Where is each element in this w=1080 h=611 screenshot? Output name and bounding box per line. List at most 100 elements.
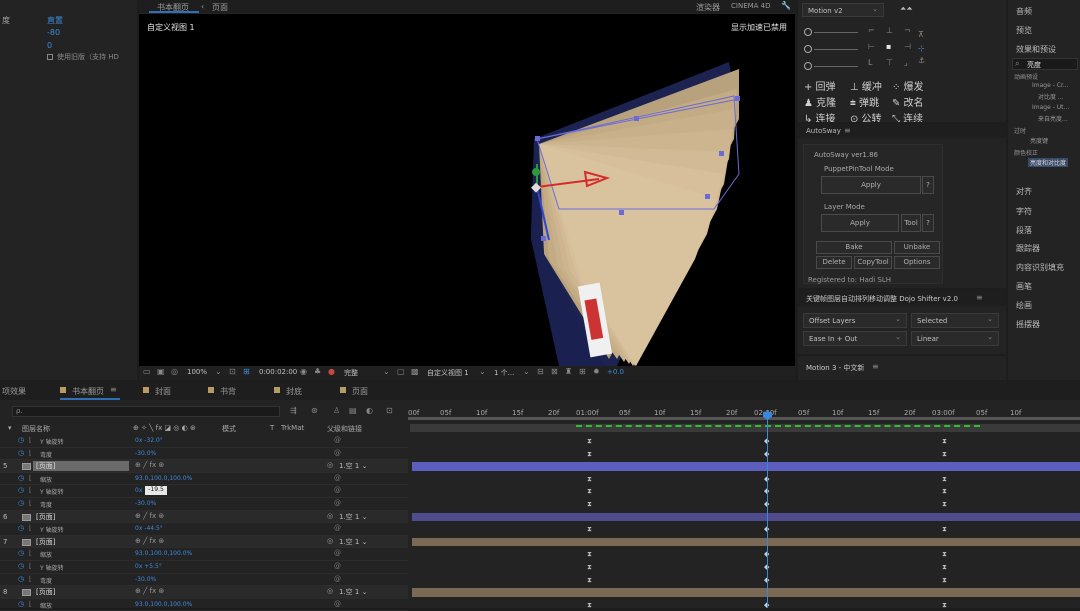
puppet-apply-button[interactable]: Apply: [821, 176, 921, 194]
tab-effects[interactable]: 项效果: [2, 386, 26, 397]
prop-value[interactable]: 直置: [47, 15, 63, 26]
sidebar-item-content-fill[interactable]: 内容识别填充: [1016, 262, 1064, 273]
bake-button[interactable]: Bake: [816, 241, 892, 254]
exposure-value[interactable]: +0.0: [607, 368, 624, 376]
keyframe[interactable]: ⧗: [587, 563, 592, 572]
expression-pickwhip-icon[interactable]: @: [334, 600, 341, 608]
layer-duration-bar[interactable]: [412, 512, 1080, 522]
expression-pickwhip-icon[interactable]: @: [334, 549, 341, 557]
pickwhip-icon[interactable]: ◎: [327, 587, 333, 595]
property-value[interactable]: 0x +5.5°: [135, 563, 162, 570]
ease-button[interactable]: ⊥ 缓冲: [850, 78, 882, 93]
views-dropdown[interactable]: 1 个...: [494, 368, 514, 378]
stopwatch-icon[interactable]: ◷: [18, 474, 24, 482]
legacy-checkbox[interactable]: [47, 54, 53, 60]
sidebar-item-character[interactable]: 字符: [1016, 206, 1032, 217]
interpolation-dropdown[interactable]: Linear: [911, 330, 999, 346]
shy-icon[interactable]: ♙: [333, 406, 340, 415]
offset-dropdown[interactable]: Offset Layers: [803, 312, 907, 328]
sidebar-item-tracker[interactable]: 跟踪器: [1016, 243, 1040, 254]
keyframe[interactable]: ⧗: [587, 450, 592, 459]
keyframe[interactable]: ⧗: [942, 450, 947, 459]
tree-item[interactable]: 亮度键: [1030, 136, 1048, 145]
graph-icon[interactable]: ⌊: [29, 486, 32, 494]
expression-pickwhip-icon[interactable]: @: [334, 449, 341, 457]
tree-item[interactable]: 过时: [1014, 126, 1026, 135]
selection-dropdown[interactable]: Selected: [911, 312, 999, 328]
expression-pickwhip-icon[interactable]: @: [334, 436, 341, 444]
property-row[interactable]: ◷⌊弯度-30.0%@⧗◆⧗: [0, 448, 1080, 461]
sidebar-item-paint[interactable]: 绘画: [1016, 300, 1032, 311]
layer-duration-bar[interactable]: [412, 462, 1080, 471]
graph-editor-icon[interactable]: ⊡: [386, 406, 393, 415]
time-ruler[interactable]: 00f 05f 10f 15f 20f 01:00f 05f 10f 15f 2…: [408, 402, 1080, 420]
connect-button[interactable]: ↳ 连接: [804, 110, 836, 122]
property-value[interactable]: 0x -44.5°: [135, 525, 163, 532]
layer-name-header[interactable]: 图层名称: [22, 424, 50, 434]
parent-dropdown[interactable]: 1.空 1 ⌄: [339, 537, 393, 547]
keyframe[interactable]: ⧗: [942, 525, 947, 534]
mode-header[interactable]: 模式: [222, 424, 236, 434]
rename-button[interactable]: ✎ 改名: [892, 94, 924, 109]
sidebar-item-audio[interactable]: 音频: [1016, 6, 1032, 17]
autosway-tab[interactable]: AutoSway: [806, 127, 841, 135]
pickwhip-icon[interactable]: ◎: [327, 461, 333, 469]
keyframe[interactable]: ⧗: [942, 487, 947, 496]
safe-zones-icon[interactable]: ⊞: [243, 367, 250, 376]
timecode-display[interactable]: 0:00:02:00: [259, 368, 297, 376]
tab-page[interactable]: 页面: [352, 386, 368, 397]
anchor-top-icon[interactable]: ⊼: [918, 30, 924, 39]
burst-button[interactable]: ⁘ 爆发: [892, 78, 924, 93]
keyframe[interactable]: ⧗: [587, 601, 592, 610]
sidebar-item-align[interactable]: 对齐: [1016, 186, 1032, 197]
layer-name[interactable]: [页面]: [33, 512, 58, 522]
anchor-mid-icon[interactable]: ⊹: [918, 44, 925, 53]
graph-icon[interactable]: ⌊: [29, 575, 32, 583]
continuous-button[interactable]: ⤡ 连续: [892, 110, 923, 122]
color-channel-icon[interactable]: ●: [328, 367, 335, 376]
property-value[interactable]: 93.0,100.0,100.0%: [135, 601, 192, 608]
copytool-button[interactable]: CopyTool: [854, 256, 892, 269]
property-value[interactable]: 0x: [135, 487, 142, 494]
stopwatch-icon[interactable]: ◷: [18, 524, 24, 532]
layer-name[interactable]: [页面]: [33, 461, 129, 472]
tree-item[interactable]: 动画预设: [1014, 72, 1038, 81]
view-dropdown[interactable]: 自定义视图 1: [427, 368, 469, 378]
tab-bookflip[interactable]: 书本翻页 ≡: [60, 382, 120, 400]
property-row[interactable]: ◷⌊Y 轴旋转0x -44.5°@⧗◆⧗: [0, 523, 1080, 536]
keyframe[interactable]: ⧗: [587, 576, 592, 585]
slider-track[interactable]: [814, 49, 858, 50]
sidebar-item-preview[interactable]: 预览: [1016, 25, 1032, 36]
layer-apply-button[interactable]: Apply: [821, 214, 899, 232]
menu-icon[interactable]: ≡: [844, 126, 851, 135]
flowchart-icon[interactable]: ♜: [565, 367, 572, 376]
draft-3d-icon[interactable]: ⊛: [311, 406, 318, 415]
composition-flow-icon[interactable]: ⇶: [290, 406, 297, 415]
prop-value[interactable]: 0: [47, 41, 52, 50]
orbit-button[interactable]: ⊙ 公转: [850, 110, 882, 122]
graph-icon[interactable]: ⌊: [29, 499, 32, 507]
ease-dropdown[interactable]: Ease In + Out: [803, 330, 907, 346]
property-value[interactable]: 0x -32.0°: [135, 437, 163, 444]
tree-item[interactable]: 对比度 ...: [1038, 92, 1064, 101]
property-row[interactable]: ◷⌊缩放93.0,100.0,100.0%@⧗◆⧗: [0, 548, 1080, 561]
fit-icon[interactable]: ⊡: [229, 367, 236, 376]
frame-blend-icon[interactable]: ▤: [349, 406, 357, 415]
parent-header[interactable]: 父级和链接: [327, 424, 362, 434]
pickwhip-icon[interactable]: ◎: [327, 512, 333, 520]
graph-icon[interactable]: ⌊: [29, 474, 32, 482]
menu-icon[interactable]: ≡: [872, 362, 879, 371]
layer-row[interactable]: 8 [页面] ⊕ ╱ fx ⊛ ◎ 1.空 1 ⌄: [0, 586, 1080, 599]
region-icon[interactable]: ▢: [397, 367, 405, 376]
keyframe[interactable]: ⧗: [942, 601, 947, 610]
stopwatch-icon[interactable]: ◷: [18, 575, 24, 583]
puppet-help-button[interactable]: ?: [922, 176, 934, 194]
expression-pickwhip-icon[interactable]: @: [334, 499, 341, 507]
keyframe[interactable]: ⧗: [942, 550, 947, 559]
slider-track[interactable]: [814, 66, 858, 67]
keyframe[interactable]: ⧗: [587, 475, 592, 484]
tree-item-selected[interactable]: 亮度和对比度: [1028, 158, 1069, 167]
expression-pickwhip-icon[interactable]: @: [334, 486, 341, 494]
pickwhip-icon[interactable]: ◎: [327, 537, 333, 545]
stopwatch-icon[interactable]: ◷: [18, 436, 24, 444]
